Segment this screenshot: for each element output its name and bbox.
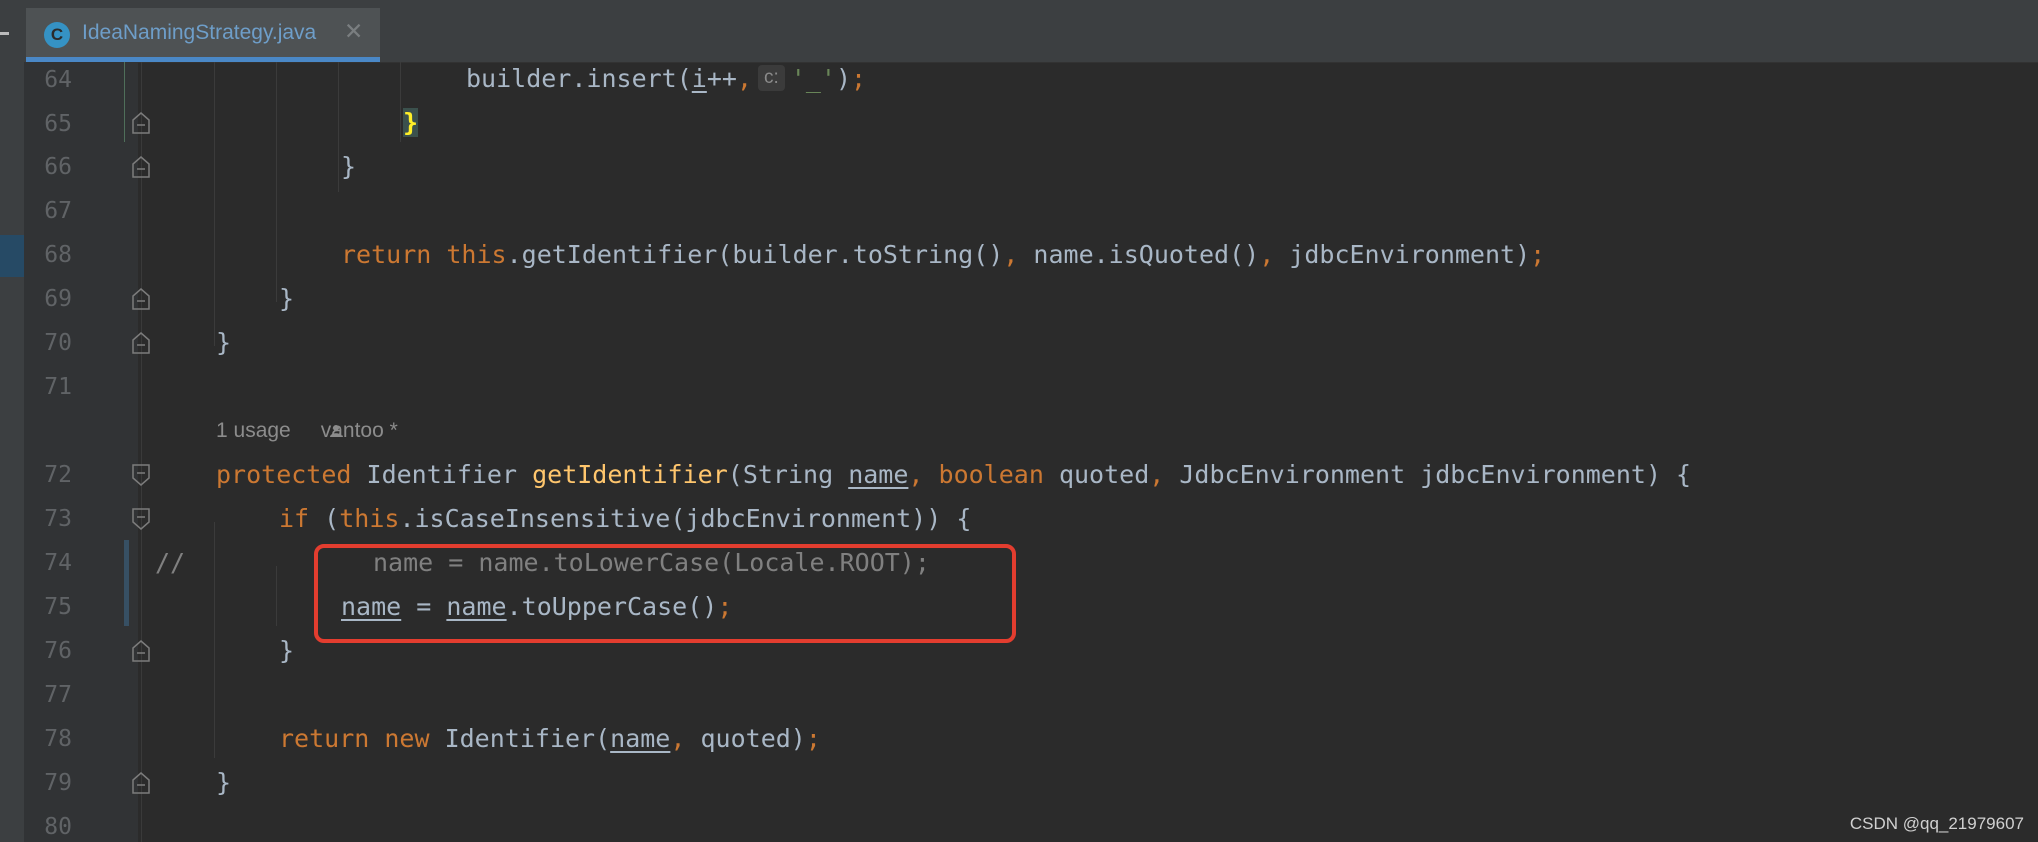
indent-guide <box>276 566 277 626</box>
line-number: 70 <box>44 330 72 356</box>
line-number: 80 <box>44 814 72 840</box>
close-icon[interactable]: ✕ <box>344 18 363 45</box>
indent-guide <box>214 62 215 346</box>
comment-marker: // <box>155 548 186 577</box>
code-line-79[interactable]: } <box>216 768 231 798</box>
fold-start-icon[interactable] <box>132 508 150 530</box>
line-number: 79 <box>44 770 72 796</box>
code-line-76[interactable]: } <box>279 636 294 666</box>
line-number: 73 <box>44 506 72 532</box>
fold-end-icon[interactable] <box>132 156 150 178</box>
code-line-68[interactable]: return this.getIdentifier(builder.toStri… <box>341 240 1545 270</box>
usage-hint[interactable]: 1 usage vantoo * <box>216 416 398 446</box>
line-number: 69 <box>44 286 72 312</box>
line-number: 77 <box>44 682 72 708</box>
indent-guide <box>400 62 401 142</box>
usage-count[interactable]: 1 usage <box>216 419 291 442</box>
code-line-64[interactable]: builder.insert(i++, c: '_'); <box>466 64 866 94</box>
current-line-marker <box>0 235 24 277</box>
line-number: 75 <box>44 594 72 620</box>
code-line-73[interactable]: if (this.isCaseInsensitive(jdbcEnvironme… <box>279 504 971 534</box>
line-number: 65 <box>44 111 72 137</box>
code-line-72[interactable]: protected Identifier getIdentifier(Strin… <box>216 460 1691 490</box>
line-number: 64 <box>44 67 72 93</box>
fold-start-icon[interactable] <box>132 464 150 486</box>
line-number: 76 <box>44 638 72 664</box>
code-line-65[interactable]: } <box>403 108 419 138</box>
java-class-icon: C <box>44 22 70 48</box>
indent-guide <box>338 62 339 192</box>
highlight-annotation-box <box>314 544 1016 643</box>
fold-end-icon[interactable] <box>132 112 150 134</box>
line-number: 78 <box>44 726 72 752</box>
watermark: CSDN @qq_21979607 <box>1849 814 2024 833</box>
fold-end-icon[interactable] <box>132 332 150 354</box>
tool-window-strip <box>0 62 24 842</box>
vcs-modified-marker[interactable] <box>124 62 125 142</box>
code-line-69[interactable]: } <box>279 284 294 314</box>
line-number: 74 <box>44 550 72 576</box>
matched-brace: } <box>403 108 419 137</box>
parameter-hint: c: <box>758 65 785 91</box>
fold-end-icon[interactable] <box>132 772 150 794</box>
tab-ideanamingstrategy[interactable]: C IdeaNamingStrategy.java ✕ <box>26 8 380 62</box>
fold-end-icon[interactable] <box>132 640 150 662</box>
line-number: 71 <box>44 374 72 400</box>
fold-end-icon[interactable] <box>132 288 150 310</box>
code-line-70[interactable]: } <box>216 328 231 358</box>
line-number: 66 <box>44 154 72 180</box>
tab-menu-icon[interactable] <box>0 32 9 35</box>
vcs-modified-marker[interactable] <box>124 540 129 626</box>
editor-tab-bar: C IdeaNamingStrategy.java ✕ <box>0 0 2038 63</box>
code-line-78[interactable]: return new Identifier(name, quoted); <box>279 724 821 754</box>
line-number: 67 <box>44 198 72 224</box>
gutter-separator <box>141 62 142 842</box>
line-number: 68 <box>44 242 72 268</box>
line-number: 72 <box>44 462 72 488</box>
author-icon <box>330 425 342 437</box>
indent-guide <box>214 522 215 758</box>
indent-guide <box>276 62 277 302</box>
tab-label: IdeaNamingStrategy.java <box>82 21 317 44</box>
code-line-66[interactable]: } <box>341 152 356 182</box>
